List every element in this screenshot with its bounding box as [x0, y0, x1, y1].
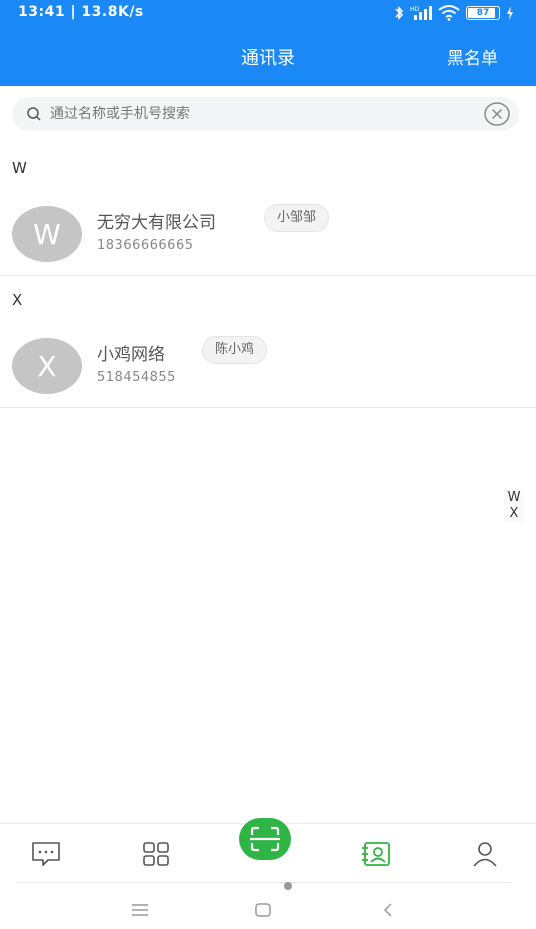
- search-icon: [27, 107, 41, 121]
- status-time: 13:41 | 13.8K/s: [18, 4, 144, 20]
- contact-name: 小鸡网络: [97, 345, 165, 365]
- status-bar: 13:41 | 13.8K/s HD 87: [0, 0, 536, 28]
- section-header-x: X: [12, 291, 23, 309]
- contact-row[interactable]: W 无穷大有限公司 小邹邹 18366666665: [0, 198, 536, 278]
- message-icon: [32, 842, 60, 866]
- battery-level: 87: [476, 8, 490, 18]
- clear-search-icon[interactable]: [484, 102, 510, 126]
- scan-button[interactable]: [239, 818, 291, 860]
- system-menu-button[interactable]: [128, 900, 152, 920]
- home-icon: [255, 903, 271, 917]
- wifi-icon: [438, 5, 460, 21]
- search-bar: [12, 97, 519, 131]
- system-back-button[interactable]: [376, 900, 400, 920]
- nav-contacts[interactable]: [356, 834, 396, 874]
- blacklist-button[interactable]: 黑名单: [447, 44, 498, 69]
- profile-icon: [473, 842, 497, 867]
- avatar: W: [12, 206, 82, 262]
- index-letter-x[interactable]: X: [504, 506, 524, 522]
- charging-icon: [507, 6, 513, 20]
- grid-icon: [143, 842, 169, 866]
- svg-text:HD: HD: [410, 6, 420, 13]
- system-nav-bar: [0, 890, 536, 929]
- menu-icon: [132, 904, 148, 916]
- section-header-w: W: [12, 159, 27, 177]
- contact-tag: 陈小鸡: [202, 336, 268, 364]
- nav-profile[interactable]: [465, 834, 505, 874]
- signal-icon: HD: [410, 6, 432, 20]
- alphabet-index: W X: [504, 490, 524, 522]
- contact-tag: 小邹邹: [264, 204, 330, 232]
- index-letter-w[interactable]: W: [504, 490, 524, 506]
- divider: [0, 275, 536, 276]
- search-input[interactable]: [50, 97, 470, 131]
- contact-row[interactable]: X 小鸡网络 陈小鸡 518454855: [0, 330, 536, 410]
- divider: [0, 407, 536, 408]
- system-home-button[interactable]: [251, 900, 275, 920]
- nav-apps[interactable]: [136, 834, 176, 874]
- contact-phone: 18366666665: [97, 238, 194, 253]
- page-indicator-dot: [284, 882, 292, 890]
- battery-icon: 87: [466, 6, 500, 20]
- contact-name: 无穷大有限公司: [97, 213, 216, 233]
- bluetooth-icon: [395, 6, 404, 20]
- scan-icon: [250, 826, 280, 852]
- back-icon: [383, 903, 392, 917]
- status-icons: HD 87: [394, 5, 514, 21]
- nav-separator: [16, 882, 510, 883]
- nav-messages[interactable]: [26, 834, 66, 874]
- top-bar: 13:41 | 13.8K/s HD 87 通讯录 黑名单: [0, 0, 536, 86]
- avatar: X: [12, 338, 82, 394]
- contact-phone: 518454855: [97, 370, 176, 385]
- contacts-icon: [362, 842, 390, 866]
